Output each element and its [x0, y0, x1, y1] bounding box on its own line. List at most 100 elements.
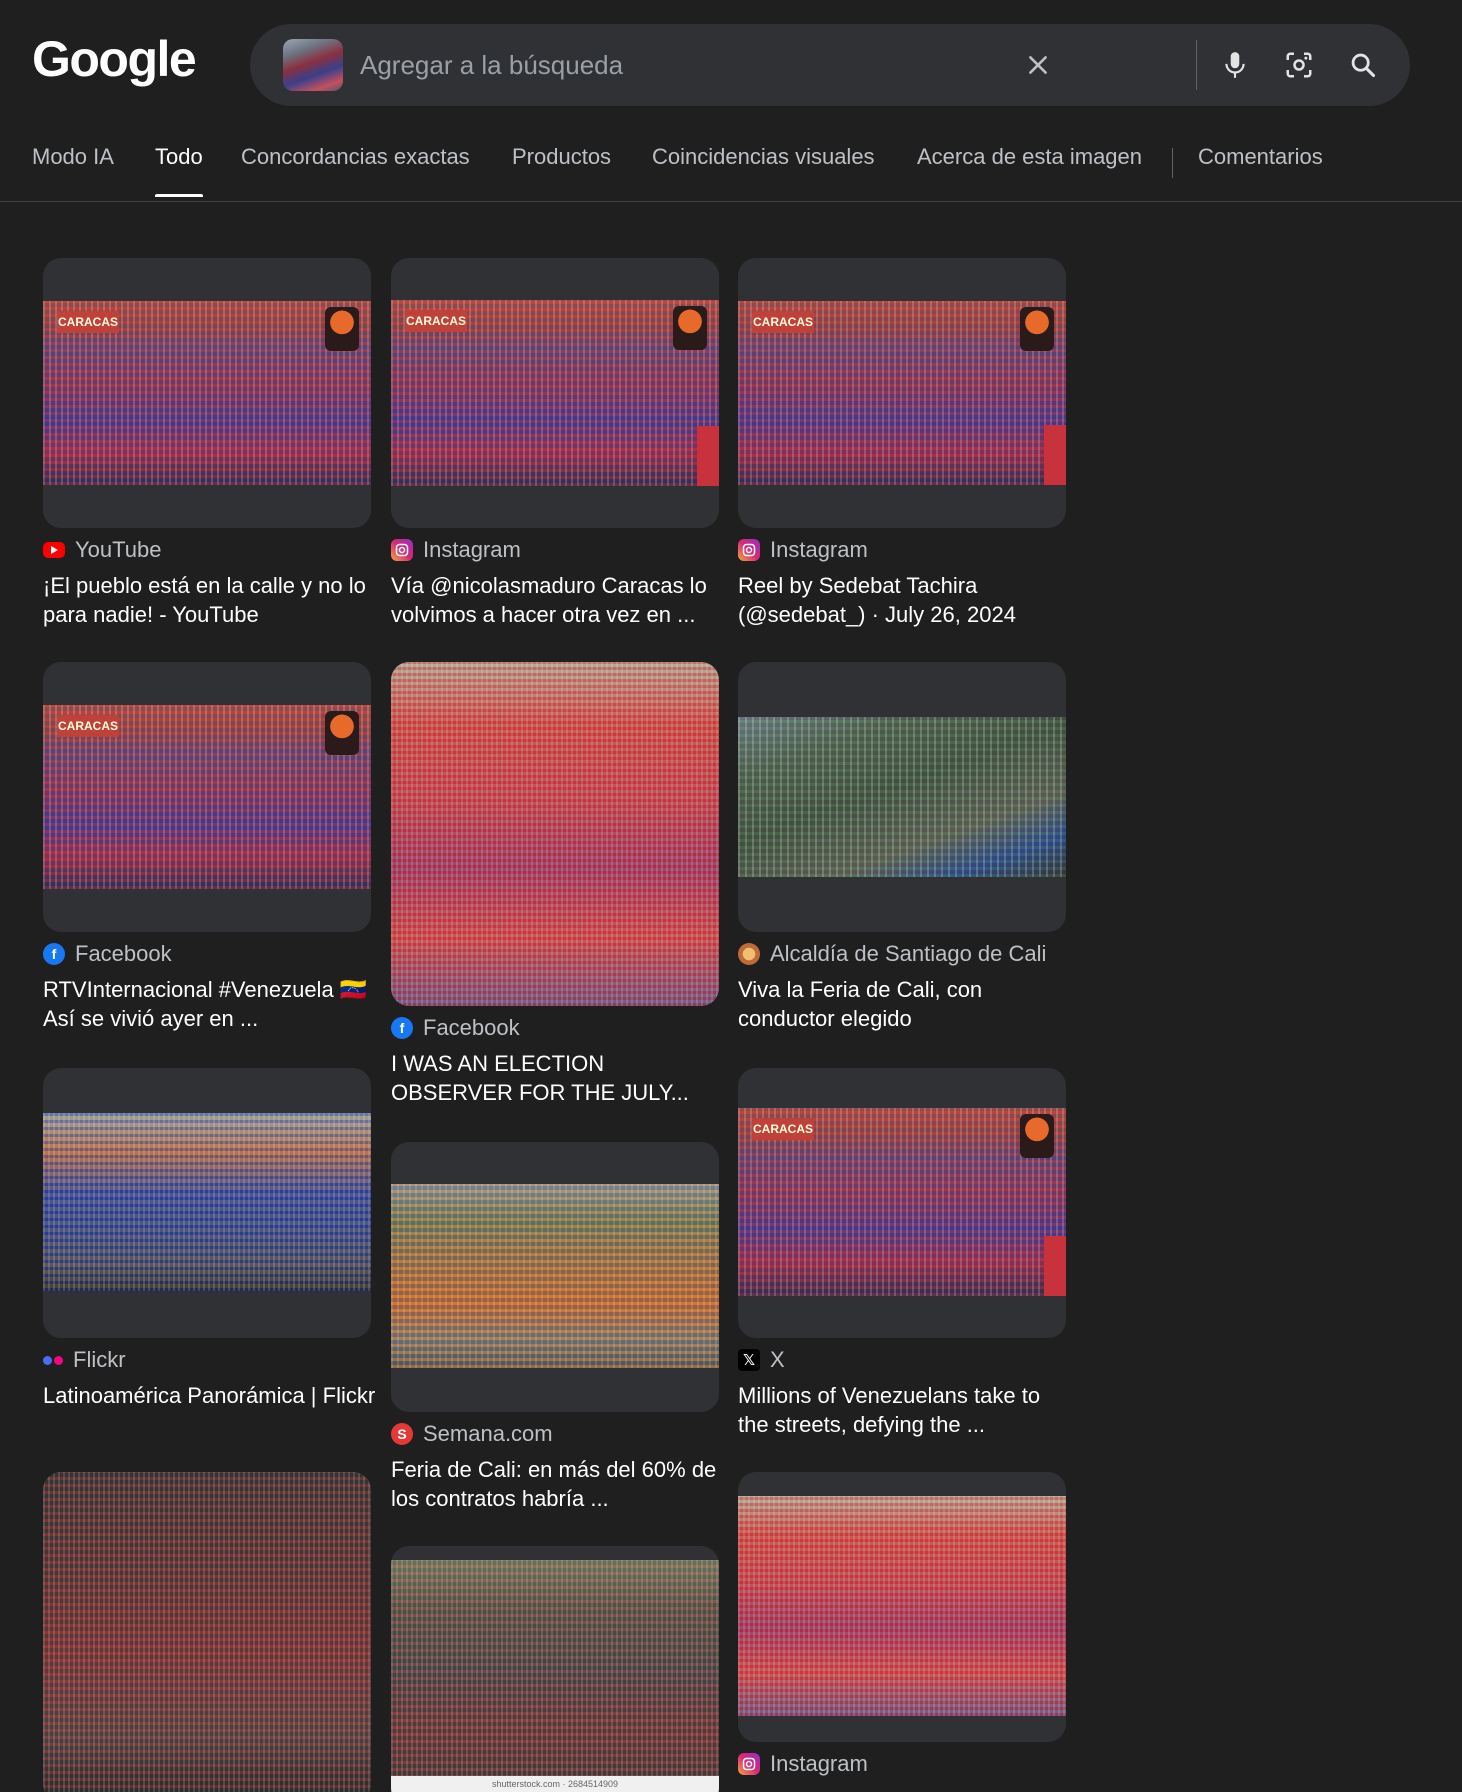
result-card[interactable]: [43, 1472, 371, 1792]
instagram-icon: [738, 539, 760, 561]
result-image-frame[interactable]: [738, 662, 1066, 932]
facebook-icon: f: [43, 943, 65, 965]
source-name: Instagram: [770, 537, 868, 562]
rooster-logo: [1020, 307, 1054, 351]
result-title[interactable]: Viva la Feria de Cali, con conductor ele…: [738, 975, 1073, 1033]
close-icon[interactable]: [1018, 45, 1058, 85]
result-image[interactable]: [738, 717, 1066, 877]
rooster-logo: [325, 711, 359, 755]
result-card[interactable]: CARACAS f Facebook RTVInternacional #Ven…: [43, 662, 371, 1032]
source-name: Instagram: [423, 537, 521, 562]
result-image-frame[interactable]: [391, 1142, 719, 1412]
rooster-logo: [325, 307, 359, 351]
result-image[interactable]: [738, 1496, 1066, 1716]
source-name: Flickr: [73, 1347, 126, 1372]
source-name: Semana.com: [423, 1421, 553, 1446]
search-input[interactable]: [360, 24, 1120, 106]
result-image-frame[interactable]: [391, 662, 719, 1006]
result-image[interactable]: shutterstock.com · 2684514909: [391, 1560, 719, 1792]
result-card[interactable]: CARACAS Instagram Reel by Sedebat Tachir…: [738, 258, 1066, 628]
result-card[interactable]: shutterstock.com · 2684514909: [391, 1546, 719, 1792]
result-title[interactable]: I WAS AN ELECTION OBSERVER FOR THE JULY.…: [391, 1049, 726, 1107]
result-source[interactable]: Alcaldía de Santiago de Cali: [738, 940, 1046, 968]
tab-concordancias-exactas[interactable]: Concordancias exactas: [241, 144, 470, 202]
tab-divider: [1172, 148, 1173, 178]
google-logo[interactable]: Google: [32, 30, 197, 88]
result-card[interactable]: Instagram: [738, 1472, 1066, 1792]
facebook-icon: f: [391, 1017, 413, 1039]
query-image-thumbnail[interactable]: [283, 39, 343, 91]
result-image-frame[interactable]: CARACAS: [738, 258, 1066, 528]
source-name: Instagram: [770, 1751, 868, 1776]
result-card[interactable]: CARACAS YouTube ¡El pueblo está en la ca…: [43, 258, 371, 628]
result-image[interactable]: [43, 1113, 371, 1291]
result-title[interactable]: Latinoamérica Panorámica | Flickr: [43, 1381, 378, 1410]
result-image-frame[interactable]: shutterstock.com · 2684514909: [391, 1546, 719, 1792]
result-card[interactable]: CARACAS Instagram Vía @nicolasmaduro Car…: [391, 258, 719, 628]
result-image[interactable]: [391, 662, 719, 1006]
source-name: YouTube: [75, 537, 162, 562]
result-source[interactable]: S Semana.com: [391, 1420, 553, 1448]
youtube-icon: [43, 542, 65, 558]
instagram-icon: [391, 539, 413, 561]
result-source[interactable]: YouTube: [43, 536, 161, 564]
microphone-icon[interactable]: [1215, 45, 1255, 85]
result-image-frame[interactable]: CARACAS: [391, 258, 719, 528]
image-watermark: shutterstock.com · 2684514909: [391, 1776, 719, 1792]
result-card[interactable]: Flickr Latinoamérica Panorámica | Flickr: [43, 1068, 375, 1438]
result-image[interactable]: CARACAS: [43, 301, 371, 485]
caracas-banner: CARACAS: [405, 310, 467, 332]
result-title[interactable]: Millions of Venezuelans take to the stre…: [738, 1381, 1073, 1439]
result-title[interactable]: ¡El pueblo está en la calle y no lo para…: [43, 571, 378, 629]
tab-comentarios[interactable]: Comentarios: [1198, 144, 1323, 202]
tab-bar: Modo IA Todo Concordancias exactas Produ…: [0, 144, 1462, 202]
result-image-frame[interactable]: CARACAS: [43, 662, 371, 932]
caracas-banner: CARACAS: [57, 715, 119, 737]
result-image[interactable]: CARACAS: [43, 705, 371, 889]
result-source[interactable]: 𝕏 X: [738, 1346, 785, 1374]
red-stripe: [1044, 425, 1066, 485]
result-image[interactable]: CARACAS: [391, 300, 719, 486]
result-source[interactable]: Instagram: [391, 536, 521, 564]
result-image-frame[interactable]: [738, 1472, 1066, 1742]
caracas-banner: CARACAS: [752, 311, 814, 333]
result-card[interactable]: Alcaldía de Santiago de Cali Viva la Fer…: [738, 662, 1066, 1032]
result-title[interactable]: Vía @nicolasmaduro Caracas lo volvimos a…: [391, 571, 726, 629]
result-image-frame[interactable]: [43, 1068, 371, 1338]
source-name: Facebook: [423, 1015, 520, 1040]
tab-modo-ia[interactable]: Modo IA: [32, 144, 114, 202]
tab-todo[interactable]: Todo: [155, 144, 203, 202]
search-icon[interactable]: [1343, 45, 1383, 85]
source-name: X: [770, 1347, 785, 1372]
source-name: Facebook: [75, 941, 172, 966]
result-card[interactable]: f Facebook I WAS AN ELECTION OBSERVER FO…: [391, 662, 719, 1112]
result-card[interactable]: S Semana.com Feria de Cali: en más del 6…: [391, 1142, 719, 1512]
tab-productos[interactable]: Productos: [512, 144, 611, 202]
result-title[interactable]: RTVInternacional #Venezuela 🇻🇪 Así se vi…: [43, 975, 378, 1033]
search-bar[interactable]: [250, 24, 1410, 106]
tab-coincidencias-visuales[interactable]: Coincidencias visuales: [652, 144, 875, 202]
result-image-frame[interactable]: CARACAS: [738, 1068, 1066, 1338]
camera-lens-icon[interactable]: [1279, 45, 1319, 85]
result-title[interactable]: Reel by Sedebat Tachira (@sedebat_) · Ju…: [738, 571, 1073, 629]
result-image[interactable]: CARACAS: [738, 1108, 1066, 1296]
result-image-frame[interactable]: [43, 1472, 371, 1792]
tab-acerca-de-esta-imagen[interactable]: Acerca de esta imagen: [917, 144, 1142, 202]
result-title[interactable]: Feria de Cali: en más del 60% de los con…: [391, 1455, 726, 1513]
result-image[interactable]: [391, 1184, 719, 1368]
alcaldia-cali-icon: [738, 943, 760, 965]
result-image[interactable]: CARACAS: [738, 301, 1066, 485]
result-source[interactable]: f Facebook: [391, 1014, 520, 1042]
result-source[interactable]: f Facebook: [43, 940, 172, 968]
result-source[interactable]: Instagram: [738, 1750, 868, 1778]
caracas-banner: CARACAS: [752, 1118, 814, 1140]
result-card[interactable]: CARACAS 𝕏 X Millions of Venezuelans take…: [738, 1068, 1066, 1438]
result-source[interactable]: Flickr: [43, 1346, 126, 1374]
caracas-banner: CARACAS: [57, 311, 119, 333]
result-source[interactable]: Instagram: [738, 536, 868, 564]
result-image-frame[interactable]: CARACAS: [43, 258, 371, 528]
result-image[interactable]: [43, 1472, 371, 1792]
header: Google Modo IA Todo Concordancias exacta…: [0, 0, 1462, 202]
flickr-icon: [43, 1355, 63, 1365]
rooster-logo: [1020, 1114, 1054, 1158]
